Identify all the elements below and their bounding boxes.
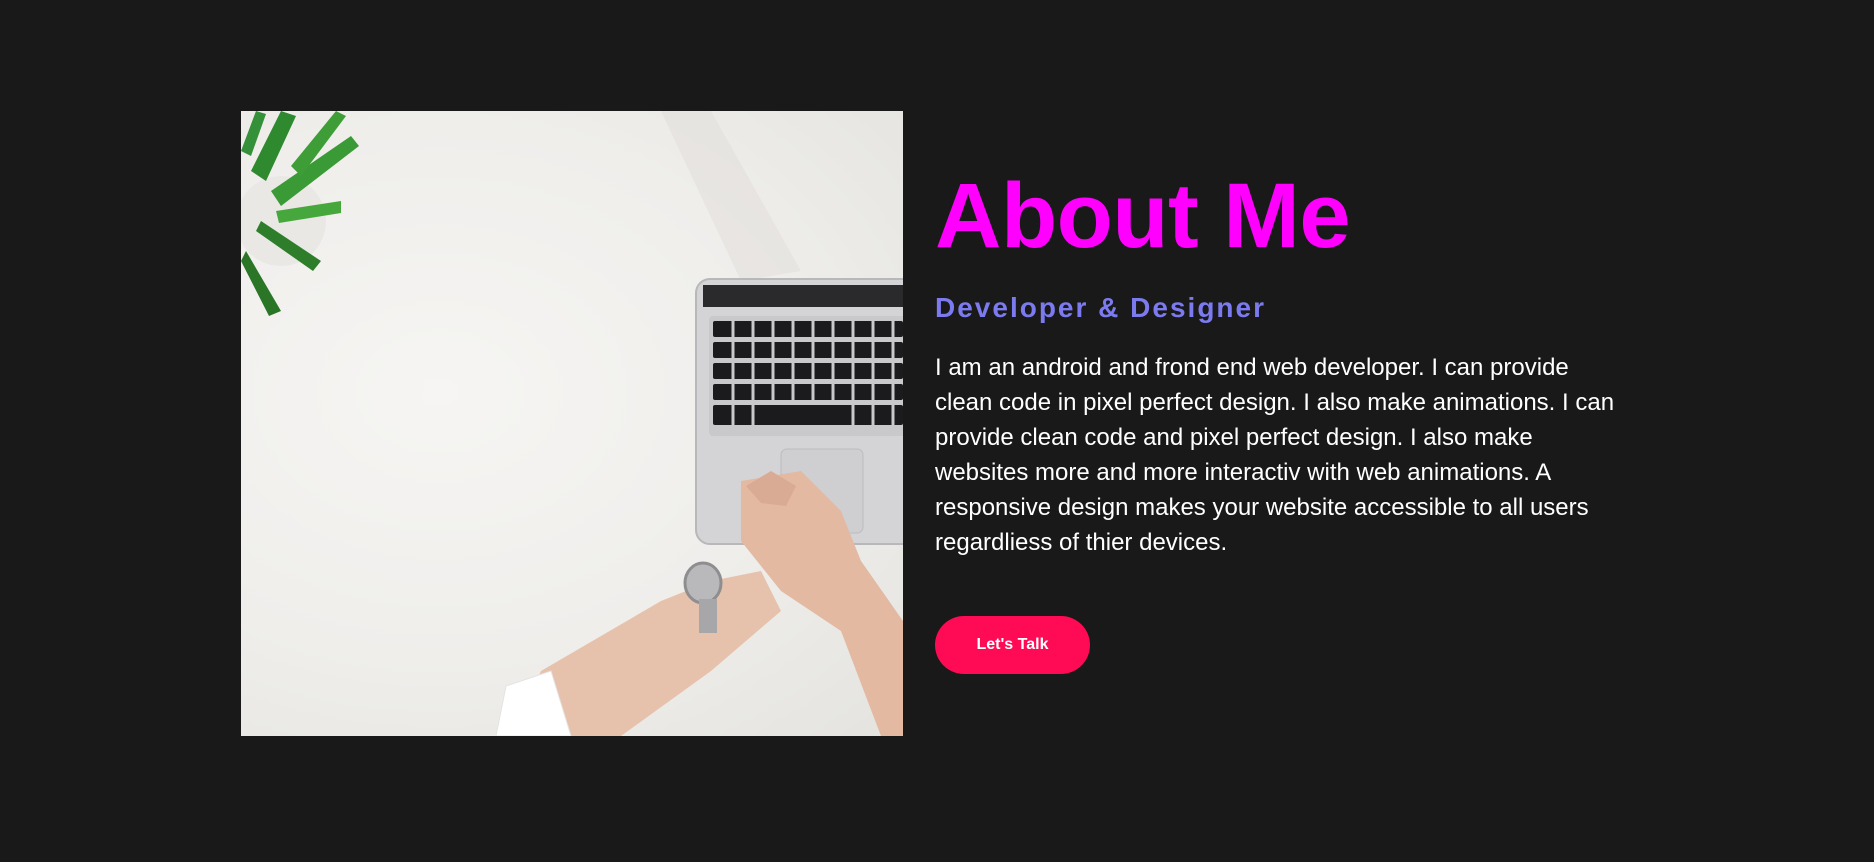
plant-icon [241, 111, 359, 316]
lets-talk-button[interactable]: Let's Talk [935, 616, 1090, 674]
light-streak [661, 111, 801, 281]
about-title: About Me [935, 165, 1351, 267]
about-bio: I am an android and frond end web develo… [935, 354, 1615, 556]
about-content: About Me Developer & Designer I am an an… [935, 160, 1625, 674]
about-subtitle: Developer & Designer [935, 292, 1266, 323]
about-photo [241, 111, 903, 736]
about-section: About Me Developer & Designer I am an an… [0, 0, 1874, 862]
